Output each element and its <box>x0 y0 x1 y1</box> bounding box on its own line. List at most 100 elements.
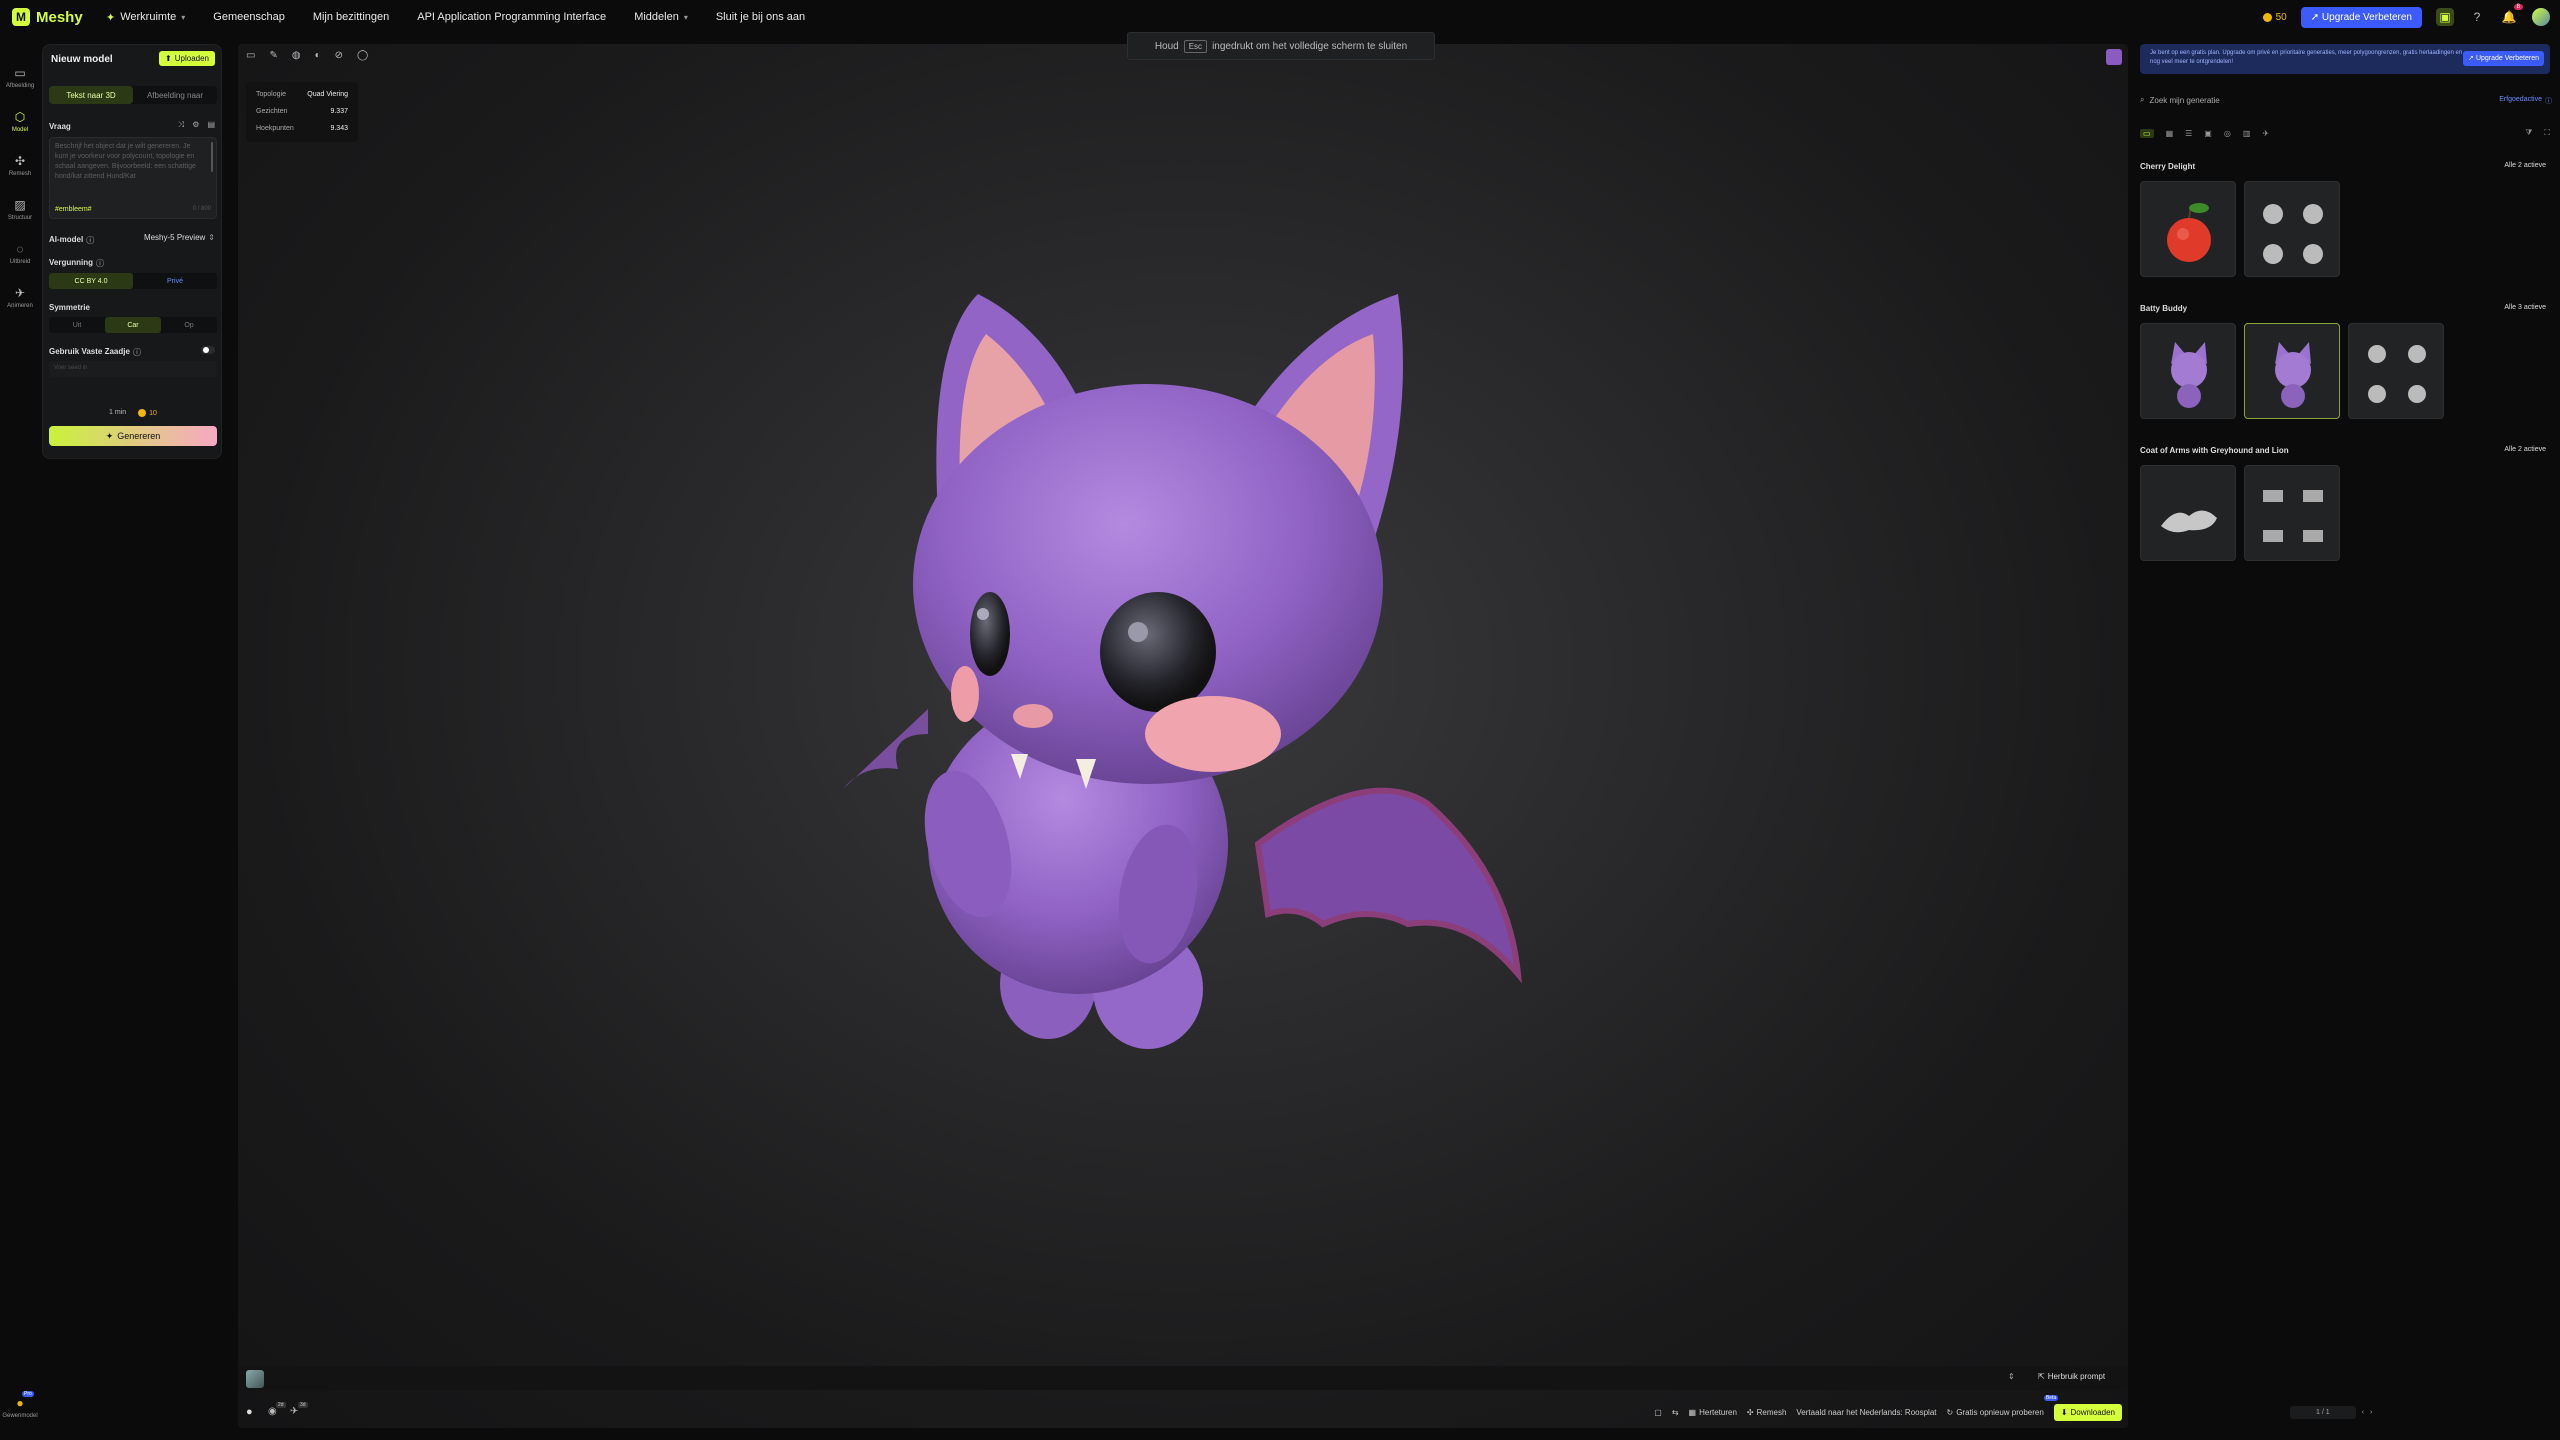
reference-thumbnail[interactable] <box>246 1370 264 1388</box>
shuffle-icon[interactable]: ⤨ <box>178 120 184 130</box>
badge-2d: 2d <box>276 1402 286 1408</box>
prompt-box[interactable]: Beschrijf het object dat je wilt generer… <box>49 137 217 219</box>
bat-thumb-2-selected[interactable] <box>2244 323 2340 419</box>
play-icon[interactable]: ● <box>246 1406 253 1418</box>
credits[interactable]: 50 <box>2262 12 2287 23</box>
license-label: Vergunning ⓘ <box>49 258 104 268</box>
nav-community[interactable]: Gemeenschap <box>213 11 285 23</box>
generate-button[interactable]: ✦ Genereren <box>49 426 217 446</box>
rail-item-expand[interactable]: ◌ Uitbreid <box>0 242 40 265</box>
model-actions: ▢ ⇆ ▦ Herteturen ✣ Remesh Vertaald naar he… <box>1654 1395 2122 1421</box>
prev-page-icon[interactable]: ‹ <box>2362 1409 2364 1416</box>
generation-search[interactable]: ⌕ Zoek mijn generatie <box>2140 92 2340 108</box>
coat-of-arms-variants[interactable] <box>2244 465 2340 561</box>
banner-upgrade-button[interactable]: ➚ Upgrade Verbeteren <box>2463 51 2544 66</box>
viewport-bottom-bar: ⇕ ⇱ Herbruik prompt <box>238 1366 2128 1390</box>
upgrade-button[interactable]: ➚ Upgrade Verbeteren <box>2300 6 2422 28</box>
cherry-variants[interactable] <box>2244 181 2340 277</box>
workspace-menu[interactable]: ✦ Werkruimte ▾ <box>106 11 185 24</box>
next-page-icon[interactable]: › <box>2370 1409 2372 1416</box>
animate-filter-icon[interactable]: ✈ <box>2262 129 2269 138</box>
fullscreen-icon[interactable]: ⛶ <box>2544 128 2550 138</box>
tab-image-to-3d[interactable]: Afbeelding naar <box>133 86 217 104</box>
page-indicator[interactable]: 1 / 1 <box>2290 1405 2356 1419</box>
coat-of-arms-thumb[interactable] <box>2140 465 2236 561</box>
retexture-button[interactable]: ▦ Herteturen <box>1689 1408 1737 1417</box>
tab-text-to-3d[interactable]: Tekst naar 3D <box>49 86 133 104</box>
symmetry-on[interactable]: Op <box>161 317 217 333</box>
rail-item-animate[interactable]: ✈ Animeren <box>0 286 40 309</box>
gift-icon[interactable]: ▣ <box>2436 8 2454 26</box>
list-icon[interactable]: ☰ <box>2185 129 2192 138</box>
cube-icon: ⬡ <box>14 110 26 124</box>
rail-item-model[interactable]: ⬡ Model <box>0 110 40 133</box>
image-filter-icon[interactable]: ▣ <box>2204 129 2212 138</box>
rig-3d-icon[interactable]: ✈ <box>290 1406 298 1417</box>
folder-icon[interactable]: ▭ <box>2140 128 2154 138</box>
seed-input[interactable]: Voer seed in <box>49 361 217 377</box>
prompt-tools: ⤨ ⚙ ▤ <box>178 120 215 130</box>
logo[interactable]: M Meshy <box>12 8 92 26</box>
texture-icon: ▦ <box>1688 1408 1697 1417</box>
nav-my-assets[interactable]: Mijn bezittingen <box>313 11 389 23</box>
retry-button[interactable]: ↻ Gratis opnieuw proberen <box>1947 1408 2044 1417</box>
symmetry-auto[interactable]: Car <box>105 317 161 333</box>
help-icon[interactable]: ? <box>2468 8 2486 26</box>
nav-resources[interactable]: Middelen ▾ <box>634 11 688 23</box>
chevron-down-icon: ▾ <box>181 12 186 22</box>
nav-join-us[interactable]: Sluit je bij ons aan <box>716 11 805 23</box>
prompt-scrollbar[interactable] <box>211 142 213 172</box>
remesh-button[interactable]: ✣ Remesh <box>1747 1408 1787 1417</box>
bell-icon[interactable]: 🔔 8 <box>2500 4 2523 26</box>
texture-icon: ▨ <box>14 198 26 212</box>
license-cc-by[interactable]: CC BY 4.0 <box>49 273 133 289</box>
coin-icon <box>138 409 147 417</box>
3d-viewport[interactable]: ▭ ✎ ◍ ◐ ⊘ ◯ Houd Esc ingedrukt om het vo… <box>238 32 2128 1428</box>
cost-estimate: 10 <box>138 409 157 417</box>
symmetry-off[interactable]: Uit <box>49 317 105 333</box>
left-rail: ▭ Afbeelding ⬡ Model ✣ Remesh ▨ Structuu… <box>0 34 40 1440</box>
ai-model-select[interactable]: Meshy-5 Preview ⇕ <box>144 233 215 242</box>
avatar[interactable] <box>2532 8 2550 26</box>
texture-filter-icon[interactable]: ▥ <box>2243 129 2251 138</box>
nav-api[interactable]: API Application Programming Interface <box>417 11 606 23</box>
beta-badge: Beta <box>2043 1395 2059 1401</box>
compare-icon[interactable]: ⇆ <box>1672 1408 1679 1417</box>
inherit-toggle[interactable]: Erfgoedactive ⓘ <box>2499 96 2552 106</box>
nose <box>1013 704 1053 728</box>
cherry-thumb[interactable] <box>2140 181 2236 277</box>
rail-item-remesh[interactable]: ✣ Remesh <box>0 154 40 177</box>
license-private[interactable]: Privé <box>133 273 217 289</box>
pagination: 1 / 1 ‹ › <box>2290 1403 2406 1421</box>
upload-button[interactable]: ⬆ Uploaden <box>159 51 215 66</box>
seed-label: Gebruik Vaste Zaadje ⓘ <box>49 347 141 357</box>
eye-2d-icon[interactable]: ◉ <box>268 1406 277 1417</box>
remesh-icon: ✣ <box>1746 1408 1754 1417</box>
collapse-icon[interactable]: ⇕ <box>2008 1372 2015 1381</box>
prompt-tag[interactable]: #embleem# <box>55 206 92 213</box>
sparkle-icon: ✦ <box>106 11 116 24</box>
bat-thumb-1[interactable] <box>2140 323 2236 419</box>
group-title: Cherry Delight <box>2140 162 2196 171</box>
seed-toggle[interactable] <box>201 346 215 354</box>
group-active-count[interactable]: Alle 3 actieve <box>2504 304 2546 311</box>
rail-item-texture[interactable]: ▨ Structuur <box>0 198 40 221</box>
model-filter-icon[interactable]: ◎ <box>2224 129 2231 138</box>
grid-icon[interactable]: ▦ <box>2166 129 2174 138</box>
reuse-prompt-button[interactable]: ⇱ Herbruik prompt <box>2038 1372 2105 1381</box>
bat-variants[interactable] <box>2348 323 2444 419</box>
filter-icon[interactable]: ⧩ <box>2525 128 2532 138</box>
download-button[interactable]: ⬇ Downloaden Beta <box>2043 1395 2122 1421</box>
rooster-button[interactable]: Vertaald naar het Nederlands: Roosplat <box>1796 1408 1936 1417</box>
group-active-count[interactable]: Alle 2 actieve <box>2504 446 2546 453</box>
info-icon: ⓘ <box>2545 98 2552 105</box>
history-icon[interactable]: ▤ <box>207 120 215 130</box>
rail-item-favorite-model[interactable]: ● Pro Gewenmodel <box>0 1391 40 1419</box>
select-icon[interactable]: ▢ <box>1654 1408 1662 1417</box>
settings-icon[interactable]: ⚙ <box>192 120 199 130</box>
info-icon: ⓘ <box>132 348 141 357</box>
symmetry-toggle: Uit Car Op <box>49 317 217 333</box>
rail-item-image[interactable]: ▭ Afbeelding <box>0 66 40 89</box>
group-active-count[interactable]: Alle 2 actieve <box>2504 162 2546 169</box>
right-wing <box>1254 787 1522 984</box>
